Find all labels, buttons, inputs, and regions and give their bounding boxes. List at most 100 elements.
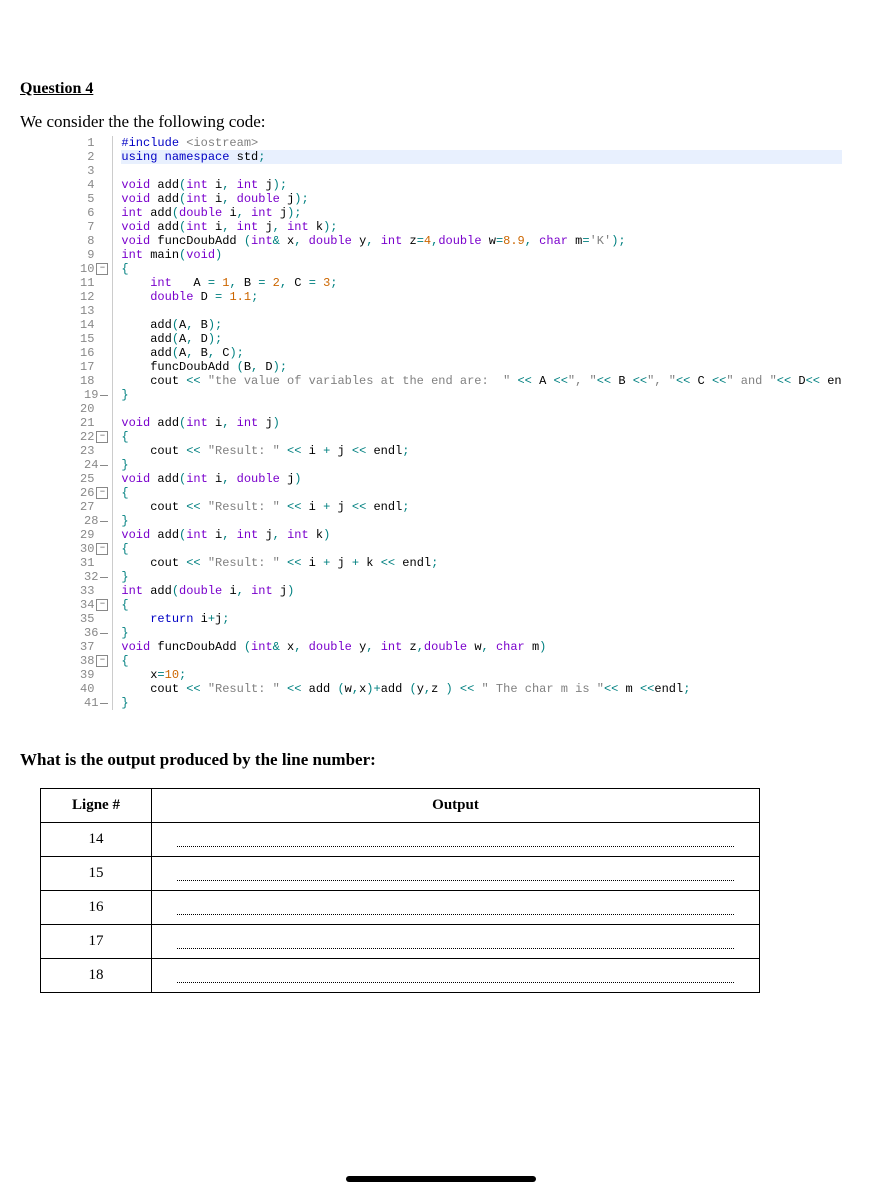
- line-number: 19: [80, 388, 108, 402]
- output-cell[interactable]: [152, 891, 760, 925]
- line-number-cell: 17: [41, 925, 152, 959]
- intro-text: We consider the the following code:: [20, 112, 861, 132]
- line-number: 15: [80, 332, 108, 346]
- code-line: add(A, B);: [121, 318, 841, 332]
- code-line: void add(int i, int j, int k): [121, 528, 841, 542]
- output-cell[interactable]: [152, 959, 760, 993]
- code-line: void funcDoubAdd (int& x, double y, int …: [121, 640, 841, 654]
- line-number: 9: [80, 248, 108, 262]
- code-line: {: [121, 598, 841, 612]
- code-line: [121, 164, 841, 178]
- line-number: 27: [80, 500, 108, 514]
- line-number: 24: [80, 458, 108, 472]
- line-number: 23: [80, 444, 108, 458]
- fold-icon[interactable]: −: [96, 487, 108, 499]
- code-line: }: [121, 570, 841, 584]
- code-line: [121, 304, 841, 318]
- fold-end-icon: [100, 521, 108, 522]
- line-number: 2: [80, 150, 108, 164]
- line-number: 13: [80, 304, 108, 318]
- fold-end-icon: [100, 465, 108, 466]
- fold-icon[interactable]: −: [96, 599, 108, 611]
- sub-question: What is the output produced by the line …: [20, 750, 861, 770]
- output-cell[interactable]: [152, 925, 760, 959]
- line-number: 37: [80, 640, 108, 654]
- line-number-cell: 14: [41, 823, 152, 857]
- code-line: cout << "the value of variables at the e…: [121, 374, 841, 388]
- table-row: 15: [41, 857, 760, 891]
- line-number-cell: 16: [41, 891, 152, 925]
- line-number: 5: [80, 192, 108, 206]
- code-line: #include <iostream>: [121, 136, 841, 150]
- code-block: 12345678910−111213141516171819202122−232…: [80, 136, 861, 710]
- output-cell[interactable]: [152, 823, 760, 857]
- code-line: [121, 402, 841, 416]
- line-number: 39: [80, 668, 108, 682]
- line-number: 29: [80, 528, 108, 542]
- code-line: funcDoubAdd (B, D);: [121, 360, 841, 374]
- answer-table: Ligne # Output 1415161718: [40, 788, 760, 993]
- code-line: }: [121, 388, 841, 402]
- line-number: 30−: [80, 542, 108, 556]
- fold-end-icon: [100, 395, 108, 396]
- line-number: 14: [80, 318, 108, 332]
- code-line: }: [121, 514, 841, 528]
- code-line: }: [121, 626, 841, 640]
- code-line: void funcDoubAdd (int& x, double y, int …: [121, 234, 841, 248]
- code-line: {: [121, 542, 841, 556]
- table-row: 17: [41, 925, 760, 959]
- line-number: 41: [80, 696, 108, 710]
- fold-icon[interactable]: −: [96, 431, 108, 443]
- line-number: 3: [80, 164, 108, 178]
- col-header-line: Ligne #: [41, 789, 152, 823]
- line-number-cell: 15: [41, 857, 152, 891]
- code-line: add(A, B, C);: [121, 346, 841, 360]
- line-number: 10−: [80, 262, 108, 276]
- line-number: 11: [80, 276, 108, 290]
- line-number: 1: [80, 136, 108, 150]
- line-number: 20: [80, 402, 108, 416]
- col-header-output: Output: [152, 789, 760, 823]
- line-number: 12: [80, 290, 108, 304]
- code-line: using namespace std;: [121, 150, 841, 164]
- line-number: 17: [80, 360, 108, 374]
- fold-icon[interactable]: −: [96, 543, 108, 555]
- table-row: 18: [41, 959, 760, 993]
- source-code: #include <iostream>using namespace std; v…: [113, 136, 841, 710]
- line-number: 8: [80, 234, 108, 248]
- code-line: void add(int i, int j): [121, 416, 841, 430]
- code-line: cout << "Result: " << i + j + k << endl;: [121, 556, 841, 570]
- code-line: int main(void): [121, 248, 841, 262]
- table-row: 14: [41, 823, 760, 857]
- fold-icon[interactable]: −: [96, 655, 108, 667]
- code-line: x=10;: [121, 668, 841, 682]
- line-number: 7: [80, 220, 108, 234]
- code-line: cout << "Result: " << i + j << endl;: [121, 500, 841, 514]
- line-number: 26−: [80, 486, 108, 500]
- code-line: cout << "Result: " << i + j << endl;: [121, 444, 841, 458]
- line-number: 31: [80, 556, 108, 570]
- code-line: add(A, D);: [121, 332, 841, 346]
- code-line: void add(int i, double j);: [121, 192, 841, 206]
- line-number: 34−: [80, 598, 108, 612]
- question-title: Question 4: [20, 80, 861, 98]
- line-number-cell: 18: [41, 959, 152, 993]
- code-line: {: [121, 486, 841, 500]
- line-number: 4: [80, 178, 108, 192]
- code-line: void add(int i, int j);: [121, 178, 841, 192]
- line-number: 21: [80, 416, 108, 430]
- code-line: {: [121, 430, 841, 444]
- line-number: 35: [80, 612, 108, 626]
- code-line: void add(int i, int j, int k);: [121, 220, 841, 234]
- code-line: int A = 1, B = 2, C = 3;: [121, 276, 841, 290]
- fold-icon[interactable]: −: [96, 263, 108, 275]
- code-line: return i+j;: [121, 612, 841, 626]
- fold-end-icon: [100, 577, 108, 578]
- code-line: double D = 1.1;: [121, 290, 841, 304]
- table-row: 16: [41, 891, 760, 925]
- document-page: Question 4 We consider the the following…: [0, 0, 881, 1200]
- output-cell[interactable]: [152, 857, 760, 891]
- code-line: {: [121, 262, 841, 276]
- line-number: 18: [80, 374, 108, 388]
- code-line: int add(double i, int j): [121, 584, 841, 598]
